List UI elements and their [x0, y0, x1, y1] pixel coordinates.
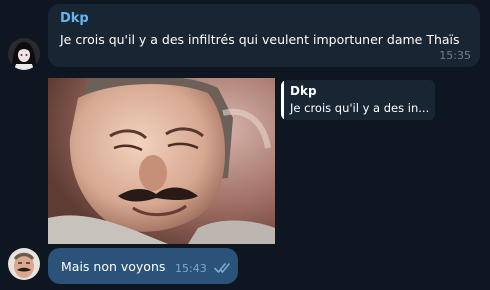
sender-avatar[interactable]: [8, 38, 40, 70]
reply-sender-name: Dkp: [290, 84, 317, 98]
avatar-image: [8, 38, 40, 70]
outgoing-message-bubble[interactable]: Mais non voyons 15:43: [48, 248, 238, 284]
message-timestamp: 15:43: [175, 262, 207, 275]
laughing-man-sticker: [48, 78, 275, 244]
double-check-icon: [214, 263, 230, 273]
message-timestamp: 15:35: [439, 49, 471, 62]
sender-name[interactable]: Dkp: [60, 11, 89, 26]
message-text: Je crois qu'il y a des infiltrés qui veu…: [60, 32, 460, 47]
avatar-image: [8, 248, 40, 280]
reply-quote[interactable]: Dkp Je crois qu'il y a des in...: [281, 80, 435, 120]
message-bubble[interactable]: Dkp Je crois qu'il y a des infiltrés qui…: [48, 4, 480, 67]
own-avatar[interactable]: [8, 248, 40, 280]
reply-accent-bar: [281, 80, 284, 120]
sticker-image[interactable]: [48, 78, 275, 244]
reply-preview-text: Je crois qu'il y a des in...: [290, 101, 430, 115]
message-text: Mais non voyons: [61, 259, 166, 274]
